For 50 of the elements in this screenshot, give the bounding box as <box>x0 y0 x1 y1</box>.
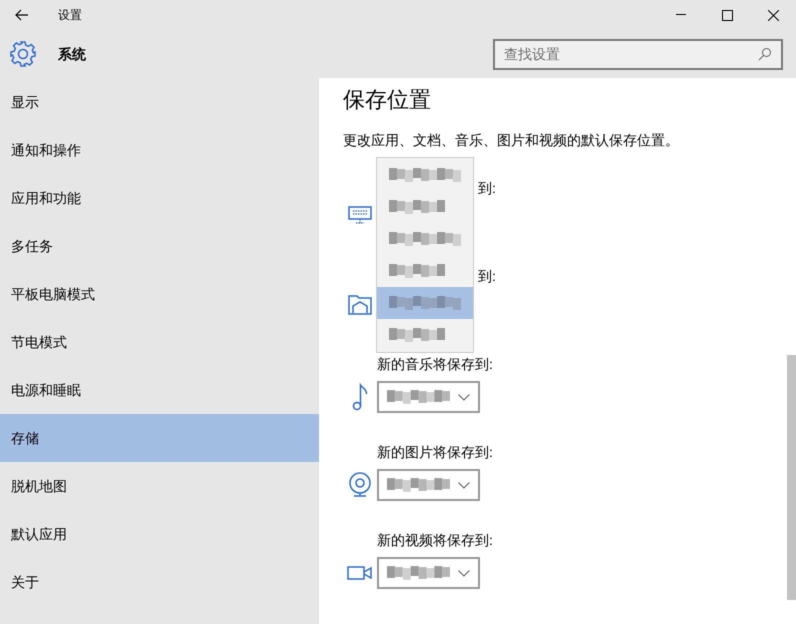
blurred-text <box>387 388 450 406</box>
sidebar-item[interactable]: 显示 <box>0 78 319 126</box>
sidebar-item[interactable]: 平板电脑模式 <box>0 270 319 318</box>
section-title: 系统 <box>58 44 86 64</box>
maximize-icon <box>722 10 732 20</box>
menu-item[interactable] <box>377 287 473 319</box>
folder-icon <box>348 293 372 315</box>
location-label: 新的视频将保存到: <box>377 531 494 550</box>
search-icon <box>758 47 772 61</box>
chevron-down-icon <box>458 570 470 576</box>
blurred-text <box>389 166 461 184</box>
description: 更改应用、文档、音乐、图片和视频的默认保存位置。 <box>343 131 680 150</box>
blurred-text <box>389 230 461 248</box>
sidebar-item[interactable]: 多任务 <box>0 222 319 270</box>
location-label: 新的图片将保存到: <box>377 443 494 462</box>
scrollbar-thumb[interactable] <box>787 355 796 600</box>
blurred-text <box>389 262 445 280</box>
blurred-text <box>387 476 450 494</box>
webcam-icon <box>348 472 372 498</box>
back-arrow-icon <box>15 9 29 21</box>
video-camera-icon <box>347 565 373 581</box>
sidebar-item[interactable]: 通知和操作 <box>0 126 319 174</box>
sidebar-item[interactable]: 节电模式 <box>0 318 319 366</box>
location-dropdown[interactable] <box>377 557 480 589</box>
chevron-down-icon <box>458 394 470 400</box>
blurred-text <box>389 294 461 312</box>
page-heading: 保存位置 <box>343 86 432 114</box>
blurred-text <box>389 198 445 216</box>
sidebar-item[interactable]: 脱机地图 <box>0 462 319 510</box>
sidebar-item[interactable]: 应用和功能 <box>0 174 319 222</box>
chevron-down-icon <box>458 482 470 488</box>
location-label: 到: <box>478 267 497 286</box>
location-label: 到: <box>478 179 497 198</box>
sidebar-item[interactable]: 电源和睡眠 <box>0 366 319 414</box>
close-icon <box>768 10 778 20</box>
search-field[interactable]: 查找设置 <box>493 38 783 70</box>
sidebar-item[interactable]: 关于 <box>0 558 319 606</box>
search-input[interactable]: 查找设置 <box>504 44 758 64</box>
sidebar-item[interactable]: 存储 <box>0 414 319 462</box>
minimize-icon <box>676 14 686 16</box>
sidebar-item[interactable]: 默认应用 <box>0 510 319 558</box>
blurred-text <box>387 564 450 582</box>
settings-icon <box>10 41 36 67</box>
location-label: 新的音乐将保存到: <box>377 355 494 374</box>
location-dropdown[interactable] <box>377 469 480 501</box>
monitor-icon <box>348 205 372 225</box>
window-title: 设置 <box>58 7 82 24</box>
location-dropdown[interactable] <box>377 381 480 413</box>
music-note-icon <box>352 383 368 411</box>
blurred-text <box>389 326 445 344</box>
